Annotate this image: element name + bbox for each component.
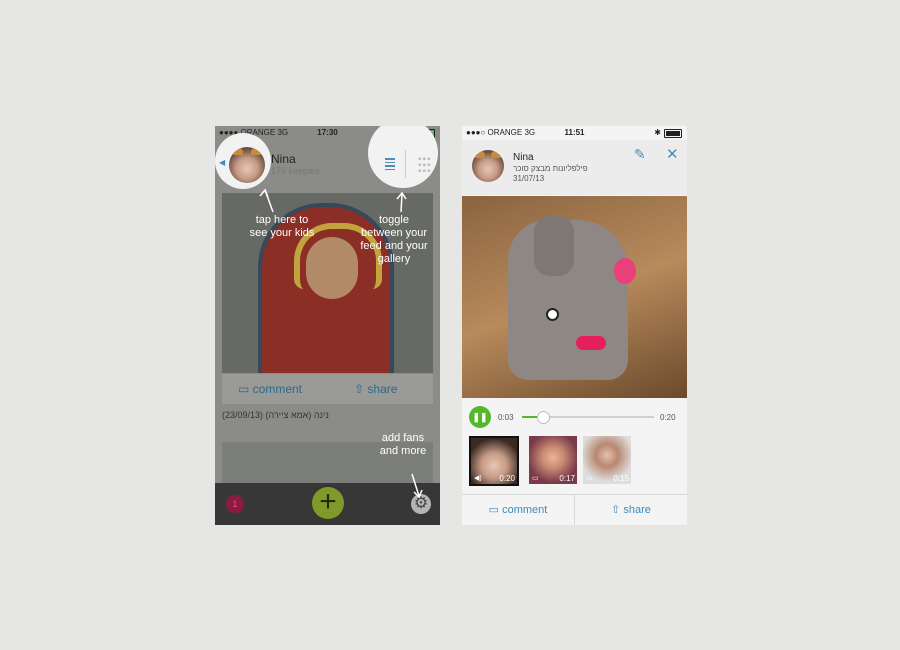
- thumb-duration: 0:15: [613, 474, 629, 483]
- seek-handle[interactable]: [536, 411, 550, 424]
- comment-label: comment: [502, 504, 548, 516]
- video-detail-screen: ●●●○ ORANGE 3G 11:51 ✱ Nina פילפליונות מ…: [462, 126, 687, 525]
- post-date: 31/07/13: [513, 174, 545, 183]
- status-bar: ●●●○ ORANGE 3G 11:51 ✱: [462, 126, 687, 140]
- video-thumb[interactable]: ▭ 0:15: [583, 436, 631, 484]
- clay-arm: [534, 216, 574, 276]
- current-time: 0:03: [498, 413, 514, 422]
- total-time: 0:20: [660, 413, 676, 422]
- clock: 11:51: [564, 128, 585, 137]
- detail-header: Nina פילפליונות מבצק סוכר 31/07/13 ✎ ✕: [462, 140, 687, 195]
- thumb-duration: 0:17: [559, 474, 575, 483]
- antler-left: [475, 151, 485, 158]
- battery-icon: [664, 129, 682, 138]
- thumb-duration: 0:20: [499, 474, 515, 483]
- video-thumb[interactable]: ◀) 0:20: [469, 436, 519, 486]
- clay-eye: [546, 308, 559, 321]
- post-actions: ▭ comment ⇧ share: [462, 494, 687, 525]
- comment-button[interactable]: ▭ comment: [462, 495, 574, 525]
- video-player-controls: ❚❚ 0:03 0:20: [462, 406, 687, 428]
- seek-bar[interactable]: [522, 411, 654, 424]
- kid-name: Nina: [513, 152, 534, 163]
- edit-icon[interactable]: ✎: [634, 146, 646, 163]
- close-icon[interactable]: ✕: [666, 145, 679, 163]
- mute-icon: ◀): [474, 475, 482, 482]
- avatar[interactable]: [472, 150, 504, 182]
- carrier-label: ●●●○ ORANGE 3G: [466, 128, 536, 137]
- tip-arrows: [259, 188, 423, 499]
- clay-bow: [614, 258, 636, 284]
- post-title: פילפליונות מבצק סוכר: [513, 164, 588, 173]
- share-button[interactable]: ⇧ share: [575, 495, 687, 525]
- antler-right: [491, 151, 501, 158]
- feed-screen: ●●●● ORANGE 3G 17:30 ✱ Nina 179 keepies …: [215, 126, 440, 525]
- video-frame[interactable]: [462, 196, 687, 398]
- pause-icon[interactable]: ❚❚: [469, 406, 491, 428]
- video-icon: ▭: [532, 475, 539, 482]
- bluetooth-icon: ✱: [654, 128, 661, 137]
- share-label: share: [623, 504, 651, 516]
- video-thumb[interactable]: ▭ 0:17: [529, 436, 577, 484]
- video-icon: ▭: [586, 475, 593, 482]
- clay-lips: [576, 336, 606, 350]
